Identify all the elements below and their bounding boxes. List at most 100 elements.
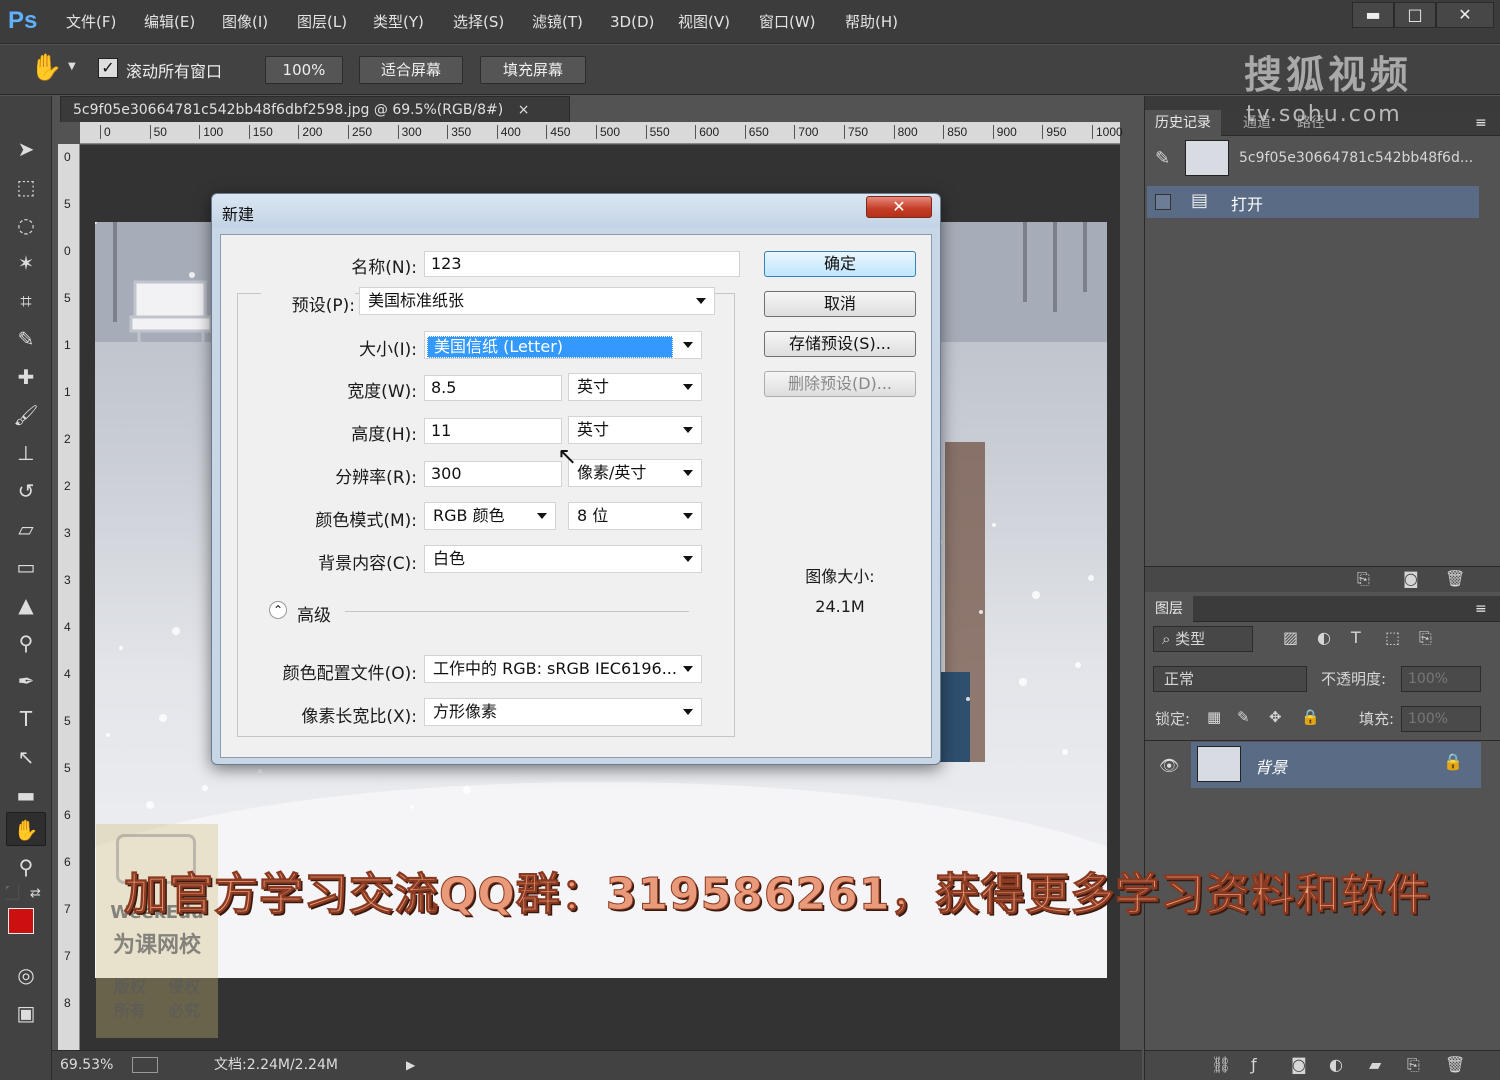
history-brush-icon[interactable]: ↺ [6,474,46,508]
menu-file[interactable]: 文件(F) [66,10,116,34]
fill-input[interactable]: 100% [1401,706,1481,732]
menu-select[interactable]: 选择(S) [453,10,504,34]
document-tab-close-icon[interactable]: × [518,102,530,118]
fit-screen-button[interactable]: 适合屏幕 [359,56,463,84]
filter-adjust-icon[interactable]: ◐ [1317,628,1331,647]
marquee-tool-icon[interactable]: ⬚ [6,170,46,204]
rectangle-tool-icon[interactable]: ▬ [6,778,46,812]
brush-tool-icon[interactable]: 🖌 [6,398,46,432]
layer-style-icon[interactable]: ƒ [1251,1055,1257,1074]
close-window-button[interactable]: ✕ [1436,2,1494,28]
pen-tool-icon[interactable]: ✒ [6,664,46,698]
document-tab[interactable]: 5c9f05e30664781c542bb48f6dbf2598.jpg @ 6… [60,96,570,122]
height-input[interactable]: 11 [424,418,562,444]
scroll-all-checkbox[interactable]: ✓ [98,58,118,78]
layer-row-background[interactable]: 背景 🔒 [1191,742,1481,788]
path-selection-icon[interactable]: ↖ [6,740,46,774]
bit-depth-select[interactable]: 8 位 [568,502,702,530]
tab-history[interactable]: 历史记录 [1145,110,1221,136]
cancel-button[interactable]: 取消 [764,291,916,317]
size-select[interactable]: 美国信纸 (Letter) [424,331,702,359]
preset-select[interactable]: 美国标准纸张 [359,287,715,315]
tab-layers[interactable]: 图层 [1145,596,1193,622]
new-document-from-state-icon[interactable]: ⎘ [1357,569,1370,589]
save-preset-button[interactable]: 存储预设(S)... [764,331,916,357]
dodge-tool-icon[interactable]: ⚲ [6,626,46,660]
hand-tool-active-icon[interactable]: ✋ [6,812,46,846]
ok-button[interactable]: 确定 [764,251,916,277]
new-layer-icon[interactable]: ⎘ [1407,1055,1420,1075]
move-tool-icon[interactable]: ➤ [6,132,46,166]
lock-position-icon[interactable]: ✥ [1269,708,1282,726]
hand-tool-icon[interactable]: ✋ [30,53,62,83]
eraser-icon[interactable]: ▱ [6,512,46,546]
type-tool-icon[interactable]: T [6,702,46,736]
default-colors-icon[interactable]: ⬛ [4,886,20,901]
blur-tool-icon[interactable]: ▲ [6,588,46,622]
swap-colors-icon[interactable]: ⇄ [30,886,41,901]
lock-all-icon[interactable]: 🔒 [1301,708,1320,726]
color-mode-select[interactable]: RGB 颜色 [424,502,556,530]
history-item-open[interactable]: ▤ 打开 [1147,186,1479,218]
background-contents-select[interactable]: 白色 [424,545,702,573]
blend-mode-select[interactable]: 正常 [1153,666,1307,692]
menu-view[interactable]: 视图(V) [678,10,730,34]
minimize-button[interactable]: ▬ [1352,2,1394,28]
snapshot-brush-icon[interactable]: ✎ [1155,148,1170,169]
width-unit-select[interactable]: 英寸 [568,373,702,401]
snapshot-camera-icon[interactable]: ◙ [1403,569,1419,588]
delete-state-icon[interactable]: 🗑 [1445,569,1465,588]
filter-smart-icon[interactable]: ⎘ [1419,628,1432,648]
group-folder-icon[interactable]: ▰ [1369,1055,1381,1074]
magic-wand-icon[interactable]: ✶ [6,246,46,280]
crop-tool-icon[interactable]: ⌗ [6,284,46,318]
lock-pixels-icon[interactable]: ▦ [1207,708,1221,726]
zoom-100-button[interactable]: 100% [265,56,343,84]
resolution-unit-select[interactable]: 像素/英寸 [568,459,702,487]
lasso-tool-icon[interactable]: ◌ [6,208,46,242]
advanced-toggle-icon[interactable]: ⌃ [269,601,287,619]
tool-preset-chevron-icon[interactable]: ▼ [68,61,76,72]
height-unit-select[interactable]: 英寸 [568,416,702,444]
quick-mask-icon[interactable]: ◎ [6,958,46,992]
resolution-input[interactable]: 300 [424,461,562,487]
layer-visibility-eye-icon[interactable]: 👁 [1159,756,1179,775]
filter-pixel-icon[interactable]: ▨ [1283,628,1298,647]
color-profile-select[interactable]: 工作中的 RGB: sRGB IEC6196... [424,655,702,683]
gradient-icon[interactable]: ▭ [6,550,46,584]
name-input[interactable]: 123 [424,251,740,277]
delete-layer-icon[interactable]: 🗑 [1445,1055,1465,1074]
layer-filter-kind[interactable]: ⌕ 类型 [1153,626,1253,652]
menu-filter[interactable]: 滤镜(T) [532,10,583,34]
eyedropper-icon[interactable]: ✎ [6,322,46,356]
healing-brush-icon[interactable]: ✚ [6,360,46,394]
menu-help[interactable]: 帮助(H) [845,10,898,34]
fill-screen-button[interactable]: 填充屏幕 [480,56,586,84]
history-snapshot[interactable]: ✎ 5c9f05e30664781c542bb48f6d... [1149,138,1489,184]
menu-image[interactable]: 图像(I) [222,10,268,34]
layer-mask-icon[interactable]: ◙ [1291,1055,1307,1074]
history-state-checkbox[interactable] [1155,194,1171,210]
zoom-tool-icon[interactable]: ⚲ [6,850,46,884]
screen-mode-icon[interactable]: ▣ [6,996,46,1030]
lock-paint-icon[interactable]: ✎ [1237,708,1250,726]
pixel-aspect-select[interactable]: 方形像素 [424,698,702,726]
menu-type[interactable]: 类型(Y) [373,10,424,34]
menu-window[interactable]: 窗口(W) [759,10,816,34]
adjustment-layer-icon[interactable]: ◐ [1329,1055,1343,1074]
dialog-close-button[interactable]: ✕ [866,196,932,218]
clone-stamp-icon[interactable]: ⊥ [6,436,46,470]
layer-name[interactable]: 背景 [1255,754,1287,778]
filter-shape-icon[interactable]: ⬚ [1385,628,1400,647]
zoom-status[interactable]: 69.53% [60,1051,113,1079]
dialog-titlebar[interactable]: 新建 ✕ [212,194,940,228]
link-layers-icon[interactable]: ⛓ [1211,1055,1231,1074]
menu-edit[interactable]: 编辑(E) [144,10,195,34]
width-input[interactable]: 8.5 [424,375,562,401]
status-menu-arrow-icon[interactable]: ▶ [406,1051,415,1079]
advanced-label[interactable]: 高级 [297,601,331,626]
layers-menu-icon[interactable]: ≡ [1475,596,1487,622]
filter-type-icon[interactable]: T [1351,628,1361,647]
menu-layer[interactable]: 图层(L) [297,10,347,34]
menu-3d[interactable]: 3D(D) [610,10,654,34]
